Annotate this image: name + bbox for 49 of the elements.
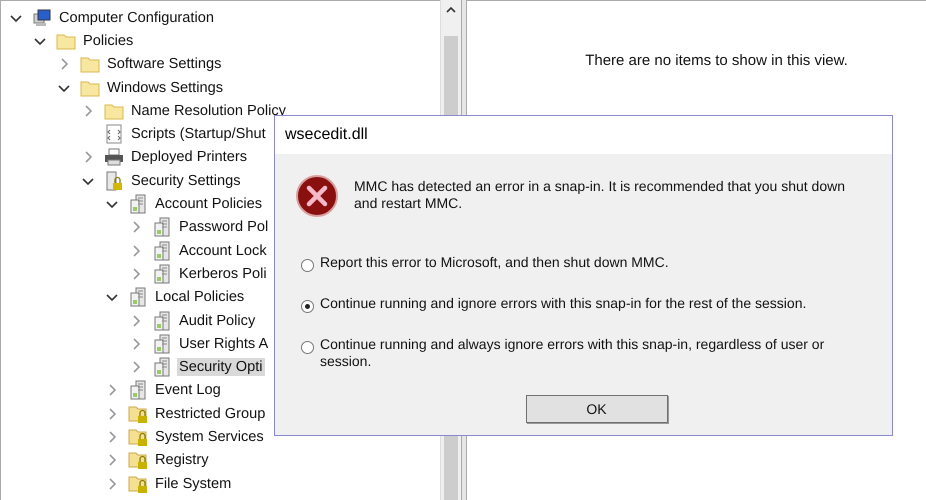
tree-item[interactable]: Password Pol [177, 218, 270, 236]
dialog-title: wsecedit.dll [285, 126, 368, 144]
radio-label[interactable]: Continue running and ignore errors with this snap-in for the rest of the session. [320, 295, 806, 312]
policy-icon [152, 334, 172, 354]
tree-item[interactable]: Name Resolution Policy [129, 102, 288, 120]
radio-label[interactable]: Report this error to Microsoft, and then shut down MMC. [320, 254, 669, 271]
tree-item[interactable]: Account Lock [177, 242, 269, 260]
tree-item[interactable]: Registry [153, 451, 211, 470]
secure-server-icon [104, 170, 124, 191]
locked-folder-icon [128, 450, 148, 470]
tree-item[interactable]: Software Settings [105, 55, 224, 74]
error-icon [295, 174, 339, 218]
tree-item[interactable]: Audit Policy [177, 312, 258, 330]
policy-icon [128, 380, 148, 400]
tree-item[interactable]: File System [153, 474, 234, 493]
tree-item[interactable]: Policies [81, 32, 136, 50]
tree-item[interactable]: Account Policies [153, 195, 264, 214]
printer-icon [104, 147, 124, 168]
tree-item[interactable]: User Rights A [177, 334, 270, 353]
tree-item[interactable]: Security Settings [129, 172, 243, 190]
tree-item[interactable]: System Services [153, 428, 266, 446]
empty-message: There are no items to show in this view. [585, 52, 848, 70]
policy-icon [152, 217, 172, 238]
tree-item[interactable]: Kerberos Poli [177, 264, 269, 283]
policy-icon [152, 357, 172, 378]
policy-icon [152, 240, 172, 261]
radio-button[interactable] [301, 341, 314, 354]
tree-item[interactable]: Computer Configuration [57, 8, 216, 27]
policy-icon [128, 194, 148, 214]
tree-item[interactable]: Scripts (Startup/Shut [129, 125, 268, 144]
policy-icon [128, 287, 148, 308]
policy-icon [152, 264, 172, 284]
radio-label[interactable]: Continue running and always ignore errors with this snap-in, regardless of user or session. [320, 336, 830, 370]
computer-icon [32, 8, 52, 28]
error-message: MMC has detected an error in a snap-in. It is recommended that you shut down and restart MMC. [354, 178, 846, 212]
tree-item[interactable]: Local Policies [153, 288, 246, 306]
radio-button[interactable] [301, 259, 314, 272]
tree-item[interactable]: Deployed Printers [129, 148, 249, 166]
radio-button[interactable] [301, 300, 314, 313]
ok-button[interactable]: OK [526, 395, 668, 423]
script-icon [104, 124, 124, 144]
locked-folder-icon [128, 404, 148, 424]
tree-item[interactable]: Windows Settings [105, 78, 225, 97]
tree-item[interactable]: Security Opti [177, 358, 265, 376]
tree-item[interactable]: Restricted Group [153, 404, 268, 423]
locked-folder-icon [128, 474, 148, 494]
locked-folder-icon [128, 426, 148, 447]
tree-item[interactable]: Event Log [153, 381, 223, 400]
policy-icon [152, 310, 172, 330]
